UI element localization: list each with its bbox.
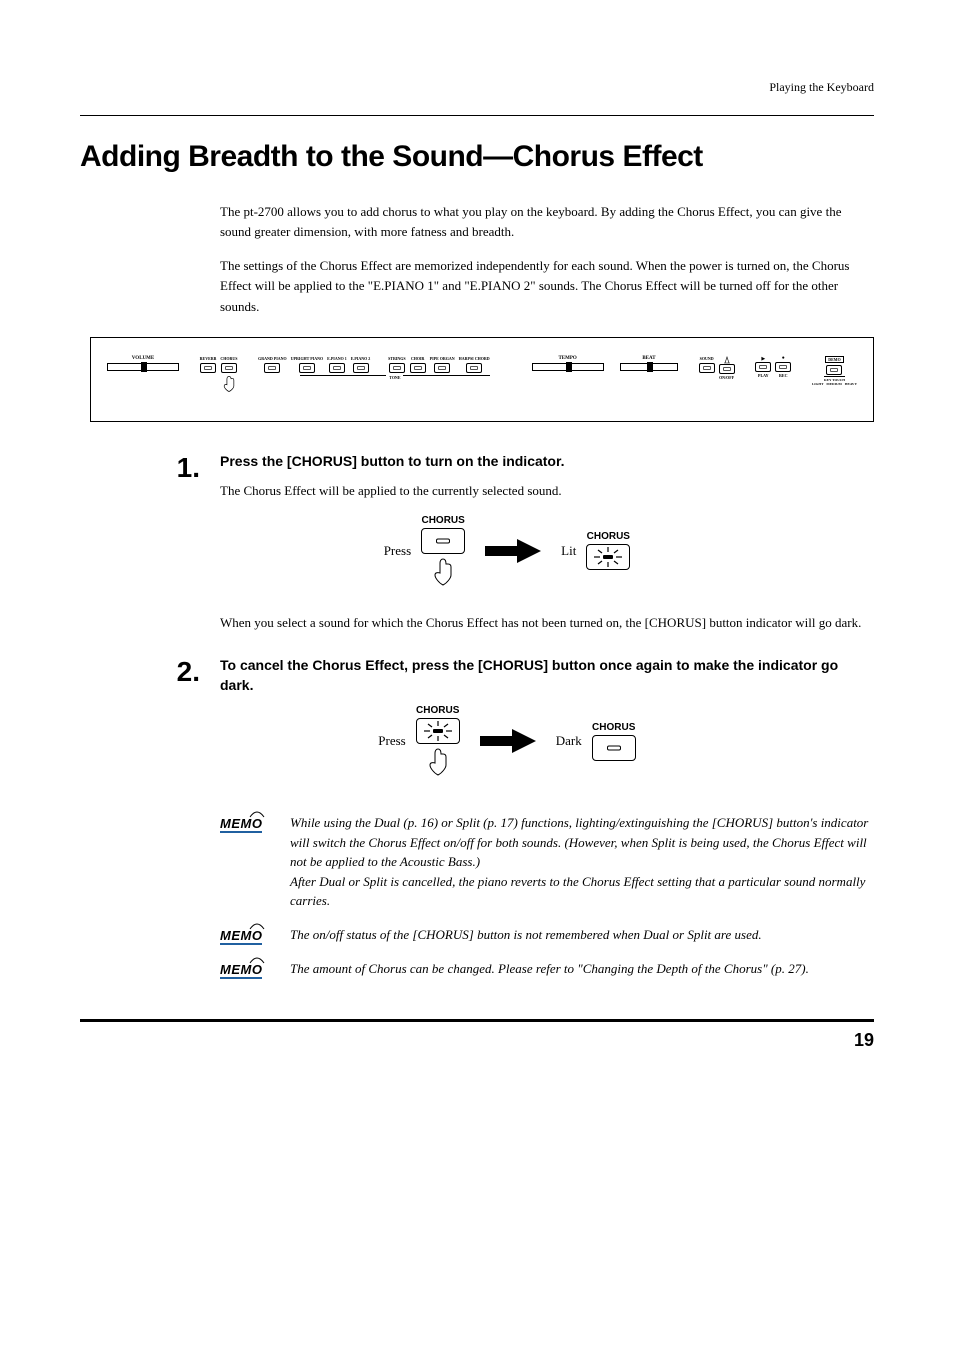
dark-label: Dark (556, 733, 582, 749)
hand-icon (431, 557, 455, 587)
chorus-on-diagram: Press CHORUS Lit CHORUS (384, 515, 631, 587)
chorus-button-lit (586, 544, 630, 570)
onoff-label: ON/OFF (719, 375, 734, 380)
tempo-label: TEMPO (532, 356, 604, 361)
epiano1-label: E.PIANO 1 (327, 356, 347, 361)
arrow-icon (483, 538, 543, 564)
upright-piano-button (299, 363, 315, 373)
upright-piano-label: UPRIGHT PIANO (291, 356, 323, 361)
grand-piano-button (264, 363, 280, 373)
memo-1-text: While using the Dual (p. 16) or Split (p… (290, 813, 874, 911)
light-label: LIGHT (812, 382, 823, 386)
memo-2-text: The on/off status of the [CHORUS] button… (290, 925, 762, 945)
chorus-button-press-1 (421, 528, 465, 554)
chorus-label: CHORUS (220, 356, 237, 361)
press-label-2: Press (378, 733, 405, 749)
chorus-title-1l: CHORUS (421, 515, 464, 526)
play-button (755, 362, 771, 372)
harpsi-label: HARPSI CHORD (459, 356, 490, 361)
eye-icon (248, 955, 266, 965)
hand-icon (426, 747, 450, 777)
reverb-button (200, 363, 216, 373)
demo-label: DEMO (825, 356, 843, 363)
pipe-organ-button (434, 363, 450, 373)
chorus-title-2l: CHORUS (416, 705, 459, 716)
lit-indicator-icon (420, 720, 456, 742)
header-rule (80, 115, 874, 116)
memo-3: MEMO The amount of Chorus can be changed… (220, 959, 874, 979)
intro-paragraph-1: The pt-2700 allows you to add chorus to … (220, 202, 874, 242)
arrow-icon (478, 728, 538, 754)
lit-indicator-icon (590, 546, 626, 568)
page-number: 19 (80, 1030, 874, 1051)
epiano1-button (329, 363, 345, 373)
heavy-label: HEAVY (845, 382, 857, 386)
footer-rule (80, 1019, 874, 1022)
step-1-text1: The Chorus Effect will be applied to the… (220, 481, 874, 501)
step-2-head: To cancel the Chorus Effect, press the [… (220, 656, 874, 695)
grand-piano-label: GRAND PIANO (258, 356, 287, 361)
memo-icon: MEMO (220, 813, 274, 833)
beat-label: BEAT (620, 356, 678, 361)
step-2: 2. To cancel the Chorus Effect, press th… (80, 656, 874, 803)
chorus-title-2r: CHORUS (592, 722, 635, 733)
sound-label: SOUND (700, 356, 714, 361)
reverb-label: REVERB (200, 356, 217, 361)
memo-3-text: The amount of Chorus can be changed. Ple… (290, 959, 809, 979)
volume-label: VOLUME (107, 356, 179, 361)
step-2-number: 2. (80, 656, 220, 686)
step-1-text2: When you select a sound for which the Ch… (220, 613, 874, 633)
hand-icon (222, 375, 236, 393)
metronome-button (719, 364, 735, 374)
step-1-number: 1. (80, 452, 220, 482)
choir-button (410, 363, 426, 373)
rec-button (775, 362, 791, 372)
metronome-icon (722, 356, 732, 364)
lit-label: Lit (561, 543, 576, 559)
memo-1: MEMO While using the Dual (p. 16) or Spl… (220, 813, 874, 911)
chorus-button-press-2 (416, 718, 460, 744)
volume-slider (107, 363, 179, 371)
strings-button (389, 363, 405, 373)
rec-label: REC (779, 373, 787, 378)
epiano2-label: E.PIANO 2 (351, 356, 371, 361)
page-title: Adding Breadth to the Sound—Chorus Effec… (80, 140, 874, 174)
memo-2: MEMO The on/off status of the [CHORUS] b… (220, 925, 874, 945)
sound-button (699, 363, 715, 373)
choir-label: CHOIR (411, 356, 425, 361)
memo-icon: MEMO (220, 959, 274, 979)
eye-icon (248, 809, 266, 819)
press-label-1: Press (384, 543, 411, 559)
demo-button (826, 365, 842, 375)
step-1: 1. Press the [CHORUS] button to turn on … (80, 452, 874, 647)
harpsi-button (466, 363, 482, 373)
strings-label: STRINGS (388, 356, 406, 361)
chorus-title-1r: CHORUS (587, 531, 630, 542)
tone-label: TONE (386, 375, 403, 380)
tempo-slider (532, 363, 604, 371)
play-label: PLAY (758, 373, 769, 378)
step-1-head: Press the [CHORUS] button to turn on the… (220, 452, 874, 472)
medium-label: MEDIUM (826, 382, 841, 386)
eye-icon (248, 921, 266, 931)
section-header: Playing the Keyboard (80, 80, 874, 95)
pipe-organ-label: PIPE ORGAN (430, 356, 455, 361)
chorus-off-diagram: Press CHORUS (378, 705, 635, 777)
chorus-button-panel (221, 363, 237, 373)
epiano2-button (353, 363, 369, 373)
beat-slider (620, 363, 678, 371)
chorus-button-dark (592, 735, 636, 761)
keyboard-panel-diagram: VOLUME REVERB CHORUS GRAND PIANO UPRIGHT… (90, 337, 874, 422)
intro-paragraph-2: The settings of the Chorus Effect are me… (220, 256, 874, 316)
memo-icon: MEMO (220, 925, 274, 945)
